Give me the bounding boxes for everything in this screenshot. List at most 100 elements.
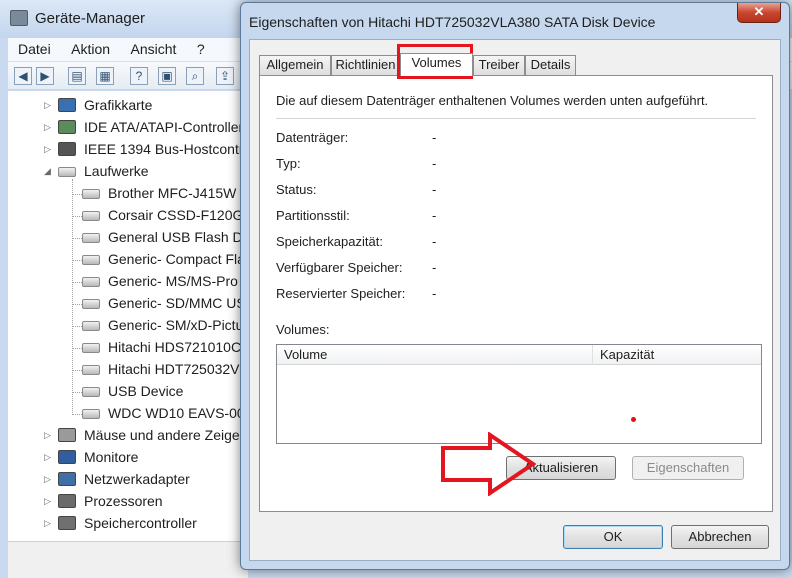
- tab-volumes[interactable]: Volumes: [400, 53, 473, 76]
- tree-item-label: Generic- SD/MMC USB: [108, 295, 248, 311]
- monitor-icon: [58, 450, 76, 464]
- tree-branch-line: [72, 260, 82, 261]
- prop-value-verfuegbarer-speicher: -: [432, 260, 437, 275]
- disk-drive-icon: [82, 299, 100, 309]
- tree-item-label: WDC WD10 EAVS-00D7B0: [108, 405, 248, 421]
- tab-details[interactable]: Details: [525, 55, 576, 75]
- tree-expander-icon[interactable]: ▷: [44, 430, 54, 441]
- tree-item-label: Monitore: [84, 449, 139, 465]
- update-driver-icon[interactable]: ⇪: [216, 67, 234, 85]
- tree-item[interactable]: Brother MFC-J415W: [8, 183, 248, 205]
- tree-item-label: IDE ATA/ATAPI-Controller: [84, 119, 244, 135]
- separator: [276, 118, 756, 119]
- tree-item[interactable]: ▷ Mäuse und andere Zeigegeräte: [8, 425, 248, 447]
- tab-allgemein[interactable]: Allgemein: [259, 55, 331, 75]
- ok-button[interactable]: OK: [563, 525, 663, 549]
- menu-datei[interactable]: Datei: [12, 38, 57, 60]
- tree-item-label: Mäuse und andere Zeigegeräte: [84, 427, 248, 443]
- tree-branch-line: [72, 348, 82, 349]
- cancel-button[interactable]: Abbrechen: [671, 525, 769, 549]
- tree-item[interactable]: ◢ Laufwerke: [8, 161, 248, 183]
- tree-expander-icon[interactable]: ▷: [44, 452, 54, 463]
- tree-expander-icon[interactable]: ▷: [44, 496, 54, 507]
- forward-arrow-icon[interactable]: ▶: [36, 67, 54, 85]
- tree-branch-line: [72, 216, 82, 217]
- tree-item[interactable]: ▷ Grafikkarte: [8, 95, 248, 117]
- tree-expander-icon[interactable]: ◢: [44, 166, 54, 177]
- processor-icon: [58, 494, 76, 508]
- menu-aktion[interactable]: Aktion: [65, 38, 116, 60]
- tree-item[interactable]: ▷ IEEE 1394 Bus-Hostcontroller: [8, 139, 248, 161]
- tree-item[interactable]: ▷ Monitore: [8, 447, 248, 469]
- tree-item[interactable]: Hitachi HDT725032VLA: [8, 359, 248, 381]
- tree-expander-icon[interactable]: ▷: [44, 122, 54, 133]
- tree-expander-icon[interactable]: ▷: [44, 474, 54, 485]
- tree-item-label: Generic- SM/xD-Picture: [108, 317, 248, 333]
- tree-expander-icon[interactable]: ▷: [44, 100, 54, 111]
- tree-item[interactable]: WDC WD10 EAVS-00D7B0: [8, 403, 248, 425]
- tree-item-label: Laufwerke: [84, 163, 149, 179]
- tree-expander-icon[interactable]: ▷: [44, 144, 54, 155]
- tree-item[interactable]: ▷ Prozessoren: [8, 491, 248, 513]
- tree-expander-icon[interactable]: ▷: [44, 518, 54, 529]
- prop-value-status: -: [432, 182, 437, 197]
- tab-treiber[interactable]: Treiber: [473, 55, 525, 75]
- tree-item-label: Speichercontroller: [84, 515, 197, 531]
- tree-item[interactable]: General USB Flash Disk: [8, 227, 248, 249]
- disk-drive-icon: [82, 343, 100, 353]
- tree-item-label: IEEE 1394 Bus-Hostcontroller: [84, 141, 248, 157]
- disk-drive-icon: [82, 189, 100, 199]
- column-kapazitaet[interactable]: Kapazität: [593, 345, 761, 365]
- scan-hardware-icon[interactable]: ⌕: [186, 67, 204, 85]
- volumes-label: Volumes:: [276, 322, 330, 337]
- prop-label-status: Status:: [276, 182, 317, 197]
- disk-drive-icon: [82, 321, 100, 331]
- tree-item[interactable]: Generic- Compact Flash: [8, 249, 248, 271]
- tree-item-label: Hitachi HDT725032VLA: [108, 361, 248, 377]
- tree-item[interactable]: Corsair CSSD-F120GB: [8, 205, 248, 227]
- volumes-list[interactable]: Volume Kapazität: [276, 344, 762, 444]
- tree-item[interactable]: USB Device: [8, 381, 248, 403]
- tree-item[interactable]: Generic- MS/MS-Pro: [8, 271, 248, 293]
- menu-ansicht[interactable]: Ansicht: [125, 38, 183, 60]
- tree-branch-line: [72, 326, 82, 327]
- tree-item[interactable]: ▷ Netzwerkadapter: [8, 469, 248, 491]
- tree-branch-line: [72, 370, 82, 371]
- tree-item[interactable]: Hitachi HDS721010CLA: [8, 337, 248, 359]
- column-volume[interactable]: Volume: [277, 345, 593, 365]
- view-icon[interactable]: ▣: [158, 67, 176, 85]
- tree-item[interactable]: ▷ IDE ATA/ATAPI-Controller: [8, 117, 248, 139]
- prop-label-verfuegbarer-speicher: Verfügbarer Speicher:: [276, 260, 403, 275]
- tree-branch-line: [72, 238, 82, 239]
- show-hide-tree-icon[interactable]: ▤: [68, 67, 86, 85]
- tree-branch-line: [72, 194, 82, 195]
- tree-item-label: Corsair CSSD-F120GB: [108, 207, 248, 223]
- properties-icon[interactable]: ▦: [96, 67, 114, 85]
- help-icon[interactable]: ?: [130, 67, 148, 85]
- device-manager-icon: [10, 10, 28, 26]
- tree-item[interactable]: Generic- SD/MMC USB: [8, 293, 248, 315]
- tree-item[interactable]: ▷ Speichercontroller: [8, 513, 248, 535]
- tree-branch-line: [72, 304, 82, 305]
- prop-label-typ: Typ:: [276, 156, 301, 171]
- device-manager-title: Geräte-Manager: [35, 10, 146, 27]
- disk-drive-icon: [82, 277, 100, 287]
- tree-item[interactable]: Generic- SM/xD-Picture: [8, 315, 248, 337]
- tree-branch-line: [72, 392, 82, 393]
- tab-richtlinien[interactable]: Richtlinien: [331, 55, 400, 75]
- volumes-list-header: Volume Kapazität: [277, 345, 761, 365]
- disk-drive-icon: [82, 409, 100, 419]
- device-tree[interactable]: ▷ Grafikkarte ▷ IDE ATA/ATAPI-Controller ▷ IE…: [8, 91, 248, 541]
- close-button[interactable]: ✕: [737, 3, 781, 23]
- dialog-title: Eigenschaften von Hitachi HDT725032VLA38…: [249, 14, 656, 30]
- disk-drive-icon: [82, 387, 100, 397]
- tree-item-label: USB Device: [108, 383, 184, 399]
- ide-controller-icon: [58, 120, 76, 134]
- menu-help[interactable]: ?: [191, 38, 211, 60]
- back-arrow-icon[interactable]: ◀: [14, 67, 32, 85]
- prop-value-partitionsstil: -: [432, 208, 437, 223]
- prop-value-datentraeger: -: [432, 130, 437, 145]
- disk-drive-icon: [58, 167, 76, 177]
- disk-drive-icon: [82, 233, 100, 243]
- volumes-intro-text: Die auf diesem Datenträger enthaltenen V…: [276, 93, 709, 108]
